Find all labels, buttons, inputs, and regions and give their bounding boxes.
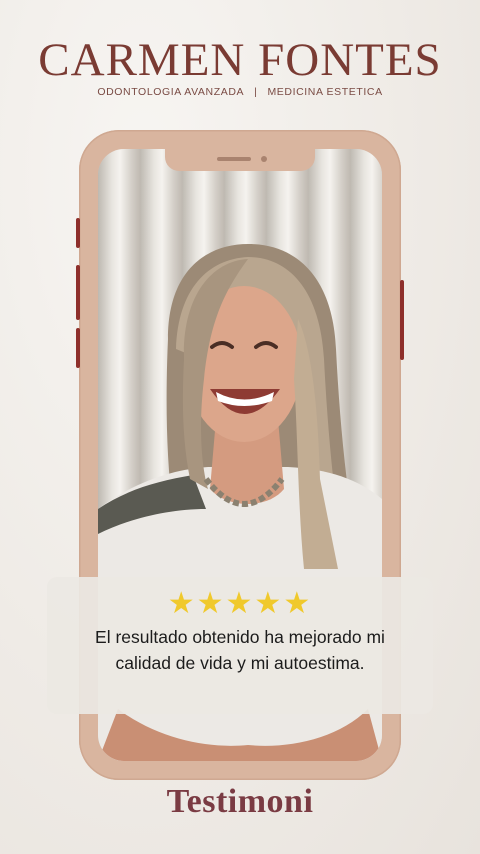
phone-side-button-left-1	[76, 218, 80, 248]
review-quote: El resultado obtenido ha mejorado mi cal…	[95, 627, 385, 673]
phone-notch	[165, 149, 315, 171]
speaker-icon	[217, 157, 251, 161]
brand-subtitle: ODONTOLOGIA AVANZADA | MEDICINA ESTETICA	[0, 86, 480, 98]
camera-icon	[261, 156, 267, 162]
subtitle-left: ODONTOLOGIA AVANZADA	[97, 86, 245, 98]
subtitle-separator: |	[254, 86, 258, 98]
subtitle-right: MEDICINA ESTETICA	[267, 86, 383, 98]
star-rating-icon: ★★★★★	[167, 586, 313, 621]
testimonial-label: Testimoni	[166, 783, 314, 820]
header: CARMEN FONTES ODONTOLOGIA AVANZADA | MEDIC…	[0, 34, 480, 98]
review-card: ★★★★★ El resultado obtenido ha mejorado …	[47, 577, 433, 714]
brand-title: CARMEN FONTES	[38, 34, 442, 86]
phone-side-button-left-2	[76, 265, 80, 320]
phone-side-button-left-3	[76, 328, 80, 368]
phone-side-button-right	[400, 280, 404, 360]
